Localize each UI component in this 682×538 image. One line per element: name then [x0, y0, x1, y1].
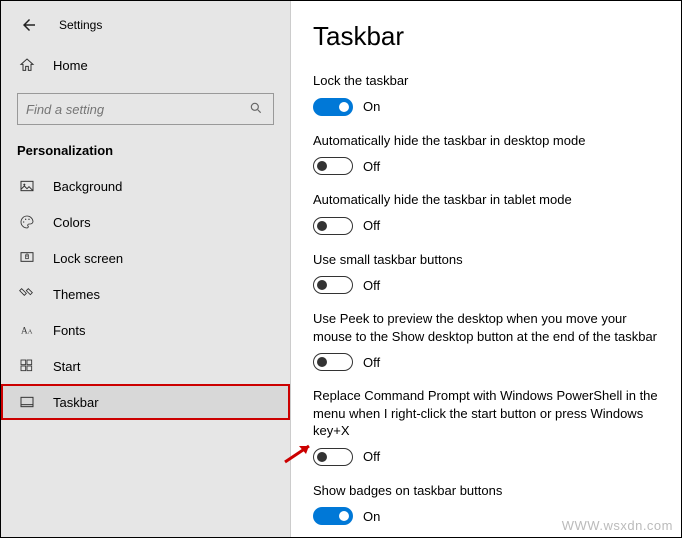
nav-list: Background Colors Lock screen Themes AA … [1, 168, 290, 420]
nav-item-label: Background [53, 179, 122, 194]
back-button[interactable] [17, 13, 41, 37]
nav-item-label: Taskbar [53, 395, 99, 410]
toggle-state: Off [363, 278, 380, 293]
nav-item-label: Lock screen [53, 251, 123, 266]
search-input[interactable] [26, 102, 249, 117]
setting-label: Use small taskbar buttons [313, 251, 659, 269]
lock-icon [17, 250, 37, 266]
nav-item-label: Fonts [53, 323, 86, 338]
toggle-autohide-tablet[interactable] [313, 217, 353, 235]
page-title: Taskbar [313, 21, 659, 52]
nav-item-start[interactable]: Start [1, 348, 290, 384]
content-pane: Taskbar Lock the taskbar On Automaticall… [291, 1, 681, 537]
palette-icon [17, 214, 37, 230]
nav-item-colors[interactable]: Colors [1, 204, 290, 240]
setting-autohide-tablet: Automatically hide the taskbar in tablet… [313, 191, 659, 235]
themes-icon [17, 286, 37, 302]
nav-item-themes[interactable]: Themes [1, 276, 290, 312]
watermark: WWW.wsxdn.com [562, 518, 673, 533]
svg-text:A: A [21, 326, 28, 336]
setting-lock: Lock the taskbar On [313, 72, 659, 116]
toggle-state: Off [363, 218, 380, 233]
toggle-state: Off [363, 355, 380, 370]
toggle-state: On [363, 99, 380, 114]
nav-home[interactable]: Home [1, 47, 290, 83]
nav-home-label: Home [53, 58, 88, 73]
nav-item-lockscreen[interactable]: Lock screen [1, 240, 290, 276]
search-icon [249, 101, 265, 118]
home-icon [17, 57, 37, 73]
toggle-knob [317, 161, 327, 171]
taskbar-icon [17, 394, 37, 410]
toggle-knob [339, 102, 349, 112]
fonts-icon: AA [17, 322, 37, 338]
setting-autohide-desktop: Automatically hide the taskbar in deskto… [313, 132, 659, 176]
nav-item-fonts[interactable]: AA Fonts [1, 312, 290, 348]
toggle-knob [317, 280, 327, 290]
toggle-autohide-desktop[interactable] [313, 157, 353, 175]
sidebar: Settings Home Personalization Background… [1, 1, 291, 537]
setting-label: Automatically hide the taskbar in deskto… [313, 132, 659, 150]
setting-label: Replace Command Prompt with Windows Powe… [313, 387, 659, 440]
toggle-knob [317, 221, 327, 231]
setting-label: Show badges on taskbar buttons [313, 482, 659, 500]
toggle-knob [317, 452, 327, 462]
setting-label: Lock the taskbar [313, 72, 659, 90]
toggle-small-buttons[interactable] [313, 276, 353, 294]
nav-item-label: Colors [53, 215, 91, 230]
setting-label: Automatically hide the taskbar in tablet… [313, 191, 659, 209]
nav-item-label: Start [53, 359, 80, 374]
start-icon [17, 358, 37, 374]
toggle-badges[interactable] [313, 507, 353, 525]
toggle-knob [317, 357, 327, 367]
topbar: Settings [1, 1, 290, 47]
back-arrow-icon [20, 16, 38, 34]
setting-powershell: Replace Command Prompt with Windows Powe… [313, 387, 659, 466]
search-box[interactable] [17, 93, 274, 125]
nav-item-background[interactable]: Background [1, 168, 290, 204]
toggle-knob [339, 511, 349, 521]
toggle-powershell[interactable] [313, 448, 353, 466]
picture-icon [17, 178, 37, 194]
toggle-peek[interactable] [313, 353, 353, 371]
toggle-state: Off [363, 449, 380, 464]
toggle-state: Off [363, 159, 380, 174]
toggle-lock[interactable] [313, 98, 353, 116]
category-header: Personalization [1, 137, 290, 168]
setting-label: Use Peek to preview the desktop when you… [313, 310, 659, 345]
setting-small-buttons: Use small taskbar buttons Off [313, 251, 659, 295]
window-title: Settings [59, 18, 102, 32]
svg-text:A: A [28, 328, 33, 335]
toggle-state: On [363, 509, 380, 524]
nav-item-taskbar[interactable]: Taskbar [1, 384, 290, 420]
nav-item-label: Themes [53, 287, 100, 302]
setting-peek: Use Peek to preview the desktop when you… [313, 310, 659, 371]
